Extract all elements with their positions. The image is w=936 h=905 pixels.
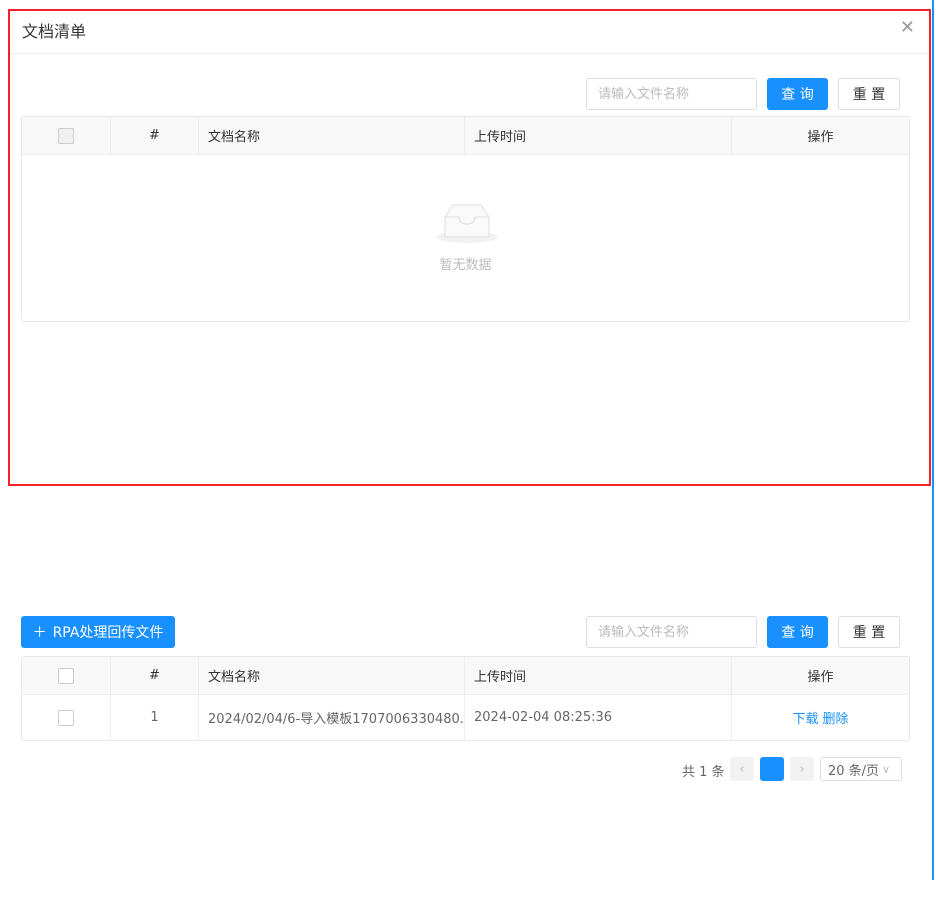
add-button-label: RPA处理回传文件 [52,625,164,641]
query-button[interactable]: 查 询 [767,616,828,648]
col-index: # [111,657,199,694]
total-count: 共 1 条 [682,765,725,780]
next-page-button[interactable]: › [790,757,814,781]
dialog-header: 文档清单 ✕ [10,11,929,54]
empty-inbox-icon [436,204,498,243]
col-time: 上传时间 [465,117,732,154]
empty-state: 暂无数据 [22,155,909,321]
pagination: 共 1 条 ‹ › 20 条/页 ∨ [0,757,936,781]
row-upload-time: 2024-02-04 08:25:36 [465,695,732,740]
search-input[interactable] [586,616,757,648]
col-actions: 操作 [807,670,834,685]
col-name: 文档名称 [199,657,465,694]
page-size-select[interactable]: 20 条/页 ∨ [820,757,902,781]
dialog-query-button[interactable]: 查 询 [767,78,828,110]
select-all-checkbox[interactable] [58,667,74,684]
dialog-reset-button[interactable]: 重 置 [838,78,900,110]
row-checkbox[interactable] [58,709,74,726]
dialog-title: 文档清单 [22,22,87,41]
row-file-name: 2024/02/04/6-导入模板1707006330480.xl... [199,695,465,740]
prev-page-button[interactable]: ‹ [730,757,754,781]
col-name: 文档名称 [199,117,465,154]
col-actions: 操作 [807,130,834,145]
empty-text: 暂无数据 [439,258,492,273]
download-link[interactable]: 下载 [792,708,818,727]
dialog-search-input[interactable] [586,78,757,110]
select-all-checkbox[interactable] [58,127,74,144]
scroll-edge-line [932,0,934,880]
chevron-down-icon: ∨ [882,762,891,776]
add-rpa-file-button[interactable]: ＋ RPA处理回传文件 [21,616,175,648]
file-table: # 文档名称 上传时间 操作 1 2024/02/04/6-导入模板170700… [21,656,910,741]
table-header: # 文档名称 上传时间 操作 [22,657,909,695]
table-header: # 文档名称 上传时间 操作 [22,117,909,155]
col-time: 上传时间 [465,657,732,694]
table-row: 1 2024/02/04/6-导入模板1707006330480.xl... 2… [22,695,909,740]
plus-icon: ＋ [32,625,47,641]
reset-button[interactable]: 重 置 [838,616,900,648]
close-icon[interactable]: ✕ [900,17,915,38]
delete-link[interactable]: 删除 [823,708,849,727]
row-index: 1 [111,695,199,740]
dialog-table: # 文档名称 上传时间 操作 暂无数据 [21,116,910,322]
current-page-button[interactable] [760,757,784,781]
col-index: # [111,117,199,154]
page-size-value: 20 条/页 [828,763,880,779]
